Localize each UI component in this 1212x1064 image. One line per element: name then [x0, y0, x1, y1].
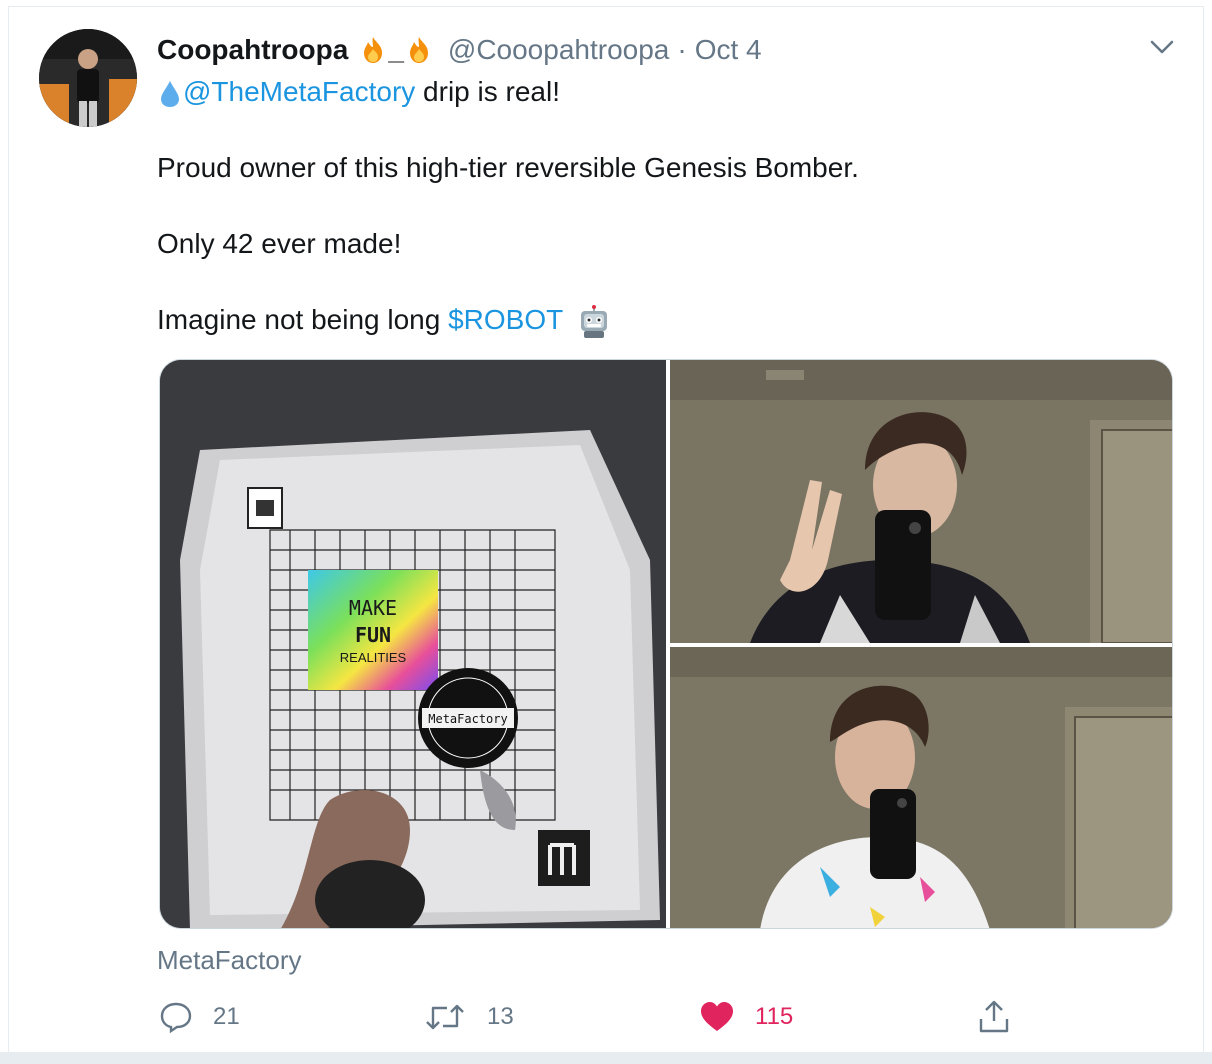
tweet-text: @TheMetaFactory drip is real! Proud owne…	[157, 73, 1157, 339]
tweet-header: Coopahtroopa _ @Cooopahtroopa · Oct 4	[157, 33, 762, 67]
bag-label-fun: FUN	[355, 623, 391, 647]
separator-dot: ·	[677, 34, 687, 65]
tweet-line-3: Only 42 ever made!	[157, 228, 402, 259]
robot-icon	[577, 304, 611, 339]
fire-icon	[404, 35, 434, 65]
source-label[interactable]: MetaFactory	[157, 945, 302, 976]
media-photo-selfie-2[interactable]	[670, 647, 1172, 928]
tweet-card[interactable]: Coopahtroopa _ @Cooopahtroopa · Oct 4 @T…	[8, 6, 1204, 1058]
user-handle[interactable]: @Cooopahtroopa	[448, 34, 669, 66]
media-photo-selfie-1[interactable]	[670, 360, 1172, 643]
name-decoration: _	[388, 34, 404, 65]
bag-label-make: MAKE	[349, 596, 397, 620]
reply-button[interactable]: 21	[159, 997, 240, 1037]
bag-badge-label: MetaFactory	[428, 712, 507, 726]
media-grid: MAKE FUN REALITIES MetaFactory	[159, 359, 1173, 929]
retweet-button[interactable]: 13	[423, 997, 514, 1037]
fire-icon	[358, 35, 388, 65]
like-count: 115	[755, 1003, 794, 1030]
like-button[interactable]: 115	[699, 997, 793, 1037]
reply-count: 21	[213, 1003, 240, 1030]
droplet-icon	[157, 79, 183, 109]
reply-icon	[160, 1002, 192, 1034]
tweet-line-2: Proud owner of this high-tier reversible…	[157, 152, 859, 183]
tweet-date[interactable]: Oct 4	[695, 34, 762, 66]
retweet-icon	[426, 1004, 464, 1030]
mention-link[interactable]: @TheMetaFactory	[183, 76, 415, 107]
media-photo-bag[interactable]: MAKE FUN REALITIES MetaFactory	[160, 360, 666, 928]
tweet-line-1: drip is real!	[415, 76, 560, 107]
share-icon	[979, 1000, 1009, 1033]
heart-icon	[701, 1002, 733, 1031]
bag-label-realities: REALITIES	[340, 650, 407, 665]
share-button[interactable]	[977, 997, 1031, 1037]
display-name[interactable]: Coopahtroopa	[157, 34, 348, 66]
timeline-divider	[0, 1052, 1212, 1064]
tweet-actions: 21 13 115	[159, 997, 1059, 1037]
avatar[interactable]	[39, 29, 137, 127]
chevron-down-icon[interactable]	[1149, 37, 1175, 57]
tweet-line-4: Imagine not being long	[157, 304, 449, 335]
retweet-count: 13	[487, 1003, 514, 1030]
cashtag-link[interactable]: $ROBOT	[448, 304, 563, 335]
